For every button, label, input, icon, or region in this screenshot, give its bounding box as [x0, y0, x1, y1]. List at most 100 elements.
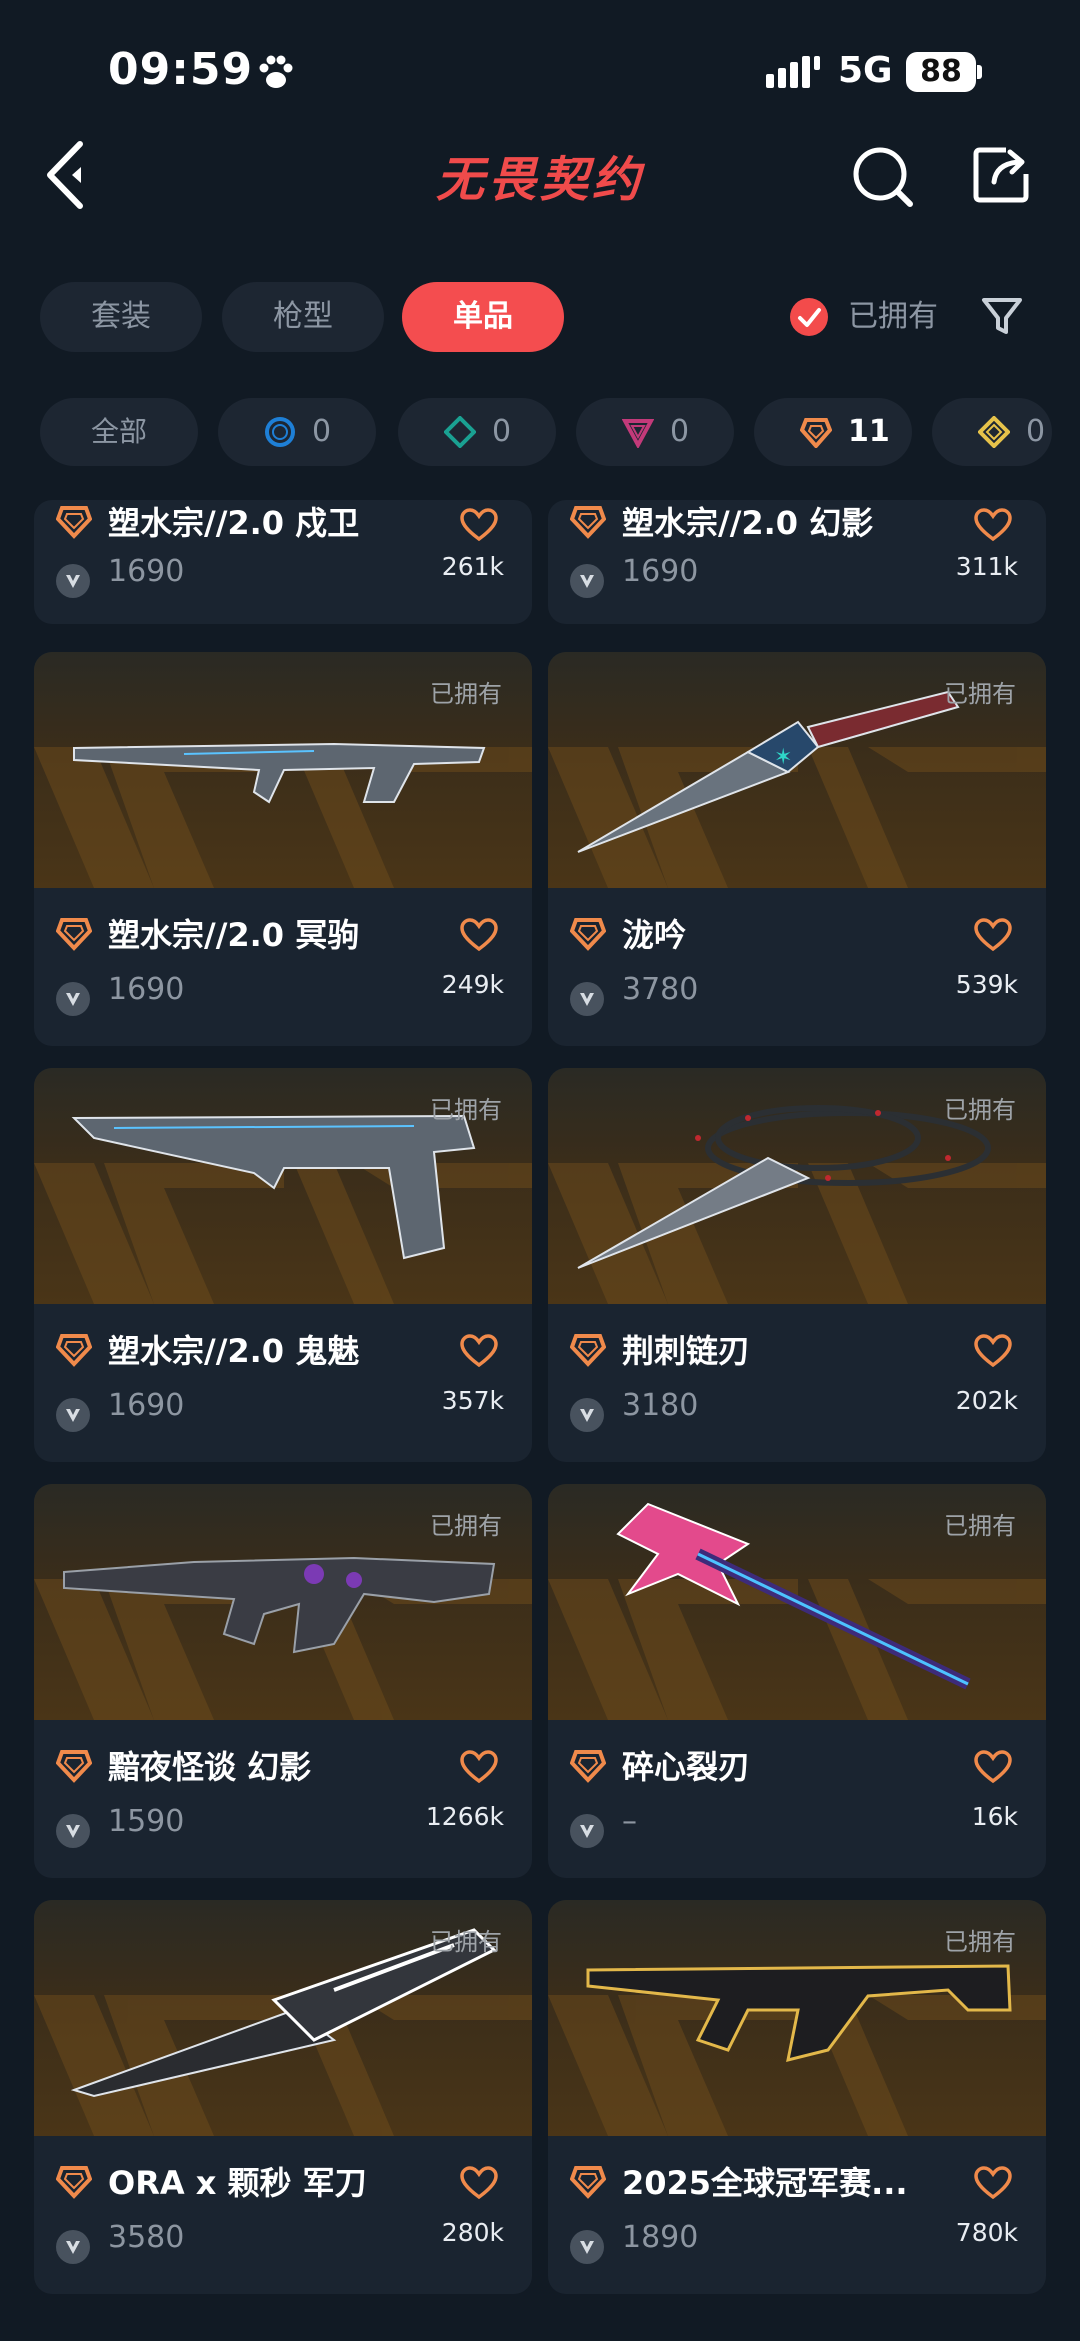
tab-weapon-types[interactable]: 枪型 — [222, 282, 384, 352]
rarity-count: 0 — [670, 414, 690, 449]
heart-icon[interactable] — [974, 508, 1012, 542]
item-card[interactable]: 已拥有 荆刺链刃 3180 202k — [548, 1068, 1046, 1462]
item-likes: 280k — [441, 2218, 504, 2247]
item-price: 3180 — [622, 1388, 699, 1423]
tab-bundles[interactable]: 套装 — [40, 282, 202, 352]
item-name: 塑水宗//2.0 鬼魅 — [108, 1332, 360, 1370]
exclusive-tier-icon — [56, 506, 92, 539]
ultra-tier-icon — [978, 416, 1010, 448]
item-price: 1690 — [108, 1388, 185, 1423]
valorant-points-icon — [570, 982, 604, 1016]
item-card[interactable]: ✶ 已拥有 泷吟 3780 539k — [548, 652, 1046, 1046]
signal-icon — [766, 56, 820, 88]
status-bar: 09:59 5G 88 — [0, 0, 1080, 140]
premium-tier-icon — [622, 419, 654, 448]
share-icon[interactable] — [972, 144, 1032, 204]
item-price: 3580 — [108, 2220, 185, 2255]
owned-badge: 已拥有 — [430, 1096, 502, 1124]
item-price: 1590 — [108, 1804, 185, 1839]
item-grid: 塑水宗//2.0 戍卫 1690 261k 塑水宗//2.0 幻影 1690 3… — [0, 500, 1080, 2341]
heart-icon[interactable] — [974, 1334, 1012, 1368]
heart-icon[interactable] — [460, 2166, 498, 2200]
item-name: 碎心裂刃 — [622, 1748, 751, 1786]
rarity-chip-all[interactable]: 全部 — [40, 398, 198, 466]
item-name: 塑水宗//2.0 戍卫 — [108, 504, 360, 542]
rarity-chip-exclusive[interactable]: 11 — [754, 398, 912, 466]
heart-icon[interactable] — [460, 1334, 498, 1368]
item-likes: 539k — [955, 970, 1018, 999]
item-card[interactable]: 已拥有 塑水宗//2.0 鬼魅 1690 357k — [34, 1068, 532, 1462]
valorant-points-icon — [570, 564, 604, 598]
heart-icon[interactable] — [460, 508, 498, 542]
owned-badge: 已拥有 — [944, 1096, 1016, 1124]
battery-level: 88 — [920, 54, 962, 89]
item-price: 1690 — [108, 972, 185, 1007]
item-name: 塑水宗//2.0 冥驹 — [108, 916, 360, 954]
exclusive-tier-icon — [56, 1334, 92, 1367]
exclusive-tier-icon — [570, 918, 606, 951]
item-likes: 311k — [955, 552, 1018, 581]
owned-filter-toggle[interactable]: 已拥有 — [790, 294, 980, 340]
paw-icon — [259, 55, 293, 88]
item-likes: 16k — [971, 1802, 1018, 1831]
valorant-points-icon — [56, 564, 90, 598]
valorant-points-icon — [570, 1398, 604, 1432]
search-icon[interactable] — [850, 144, 916, 210]
rarity-chip-premium[interactable]: 0 — [576, 398, 734, 466]
rarity-count: 11 — [848, 414, 890, 449]
exclusive-tier-icon — [56, 1750, 92, 1783]
item-likes: 357k — [441, 1386, 504, 1415]
owned-badge: 已拥有 — [430, 1512, 502, 1540]
heart-icon[interactable] — [974, 2166, 1012, 2200]
filter-icon[interactable] — [980, 294, 1024, 338]
item-likes: 1266k — [425, 1802, 504, 1831]
item-name: 2025全球冠军赛... — [622, 2164, 908, 2202]
heart-icon[interactable] — [460, 1750, 498, 1784]
rarity-count: 0 — [492, 414, 512, 449]
exclusive-tier-icon — [570, 2166, 606, 2199]
heart-icon[interactable] — [974, 1750, 1012, 1784]
item-likes: 780k — [955, 2218, 1018, 2247]
rarity-count: 0 — [1026, 414, 1046, 449]
heart-icon[interactable] — [460, 918, 498, 952]
owned-filter-label: 已拥有 — [848, 299, 938, 334]
item-card[interactable]: 塑水宗//2.0 幻影 1690 311k — [548, 500, 1046, 624]
item-price: 1690 — [622, 554, 699, 589]
rarity-count: 0 — [312, 414, 332, 449]
svg-text:✶: ✶ — [774, 745, 792, 770]
item-card[interactable]: 已拥有 ORA x 颗秒 军刀 3580 280k — [34, 1900, 532, 2294]
rarity-chip-select[interactable]: 0 — [218, 398, 376, 466]
exclusive-tier-icon — [800, 418, 832, 448]
exclusive-tier-icon — [56, 918, 92, 951]
battery-icon: 88 — [906, 52, 982, 92]
valorant-points-icon — [56, 982, 90, 1016]
rarity-chip-ultra[interactable]: 0 — [932, 398, 1052, 466]
item-name: 黯夜怪谈 幻影 — [108, 1748, 312, 1786]
rarity-chip-deluxe[interactable]: 0 — [398, 398, 556, 466]
item-card[interactable]: 塑水宗//2.0 戍卫 1690 261k — [34, 500, 532, 624]
item-price: 1690 — [108, 554, 185, 589]
exclusive-tier-icon — [570, 1750, 606, 1783]
item-likes: 261k — [441, 552, 504, 581]
item-name: 塑水宗//2.0 幻影 — [622, 504, 874, 542]
owned-badge: 已拥有 — [430, 1928, 502, 1956]
checkmark-icon — [790, 298, 828, 336]
item-card[interactable]: 已拥有 2025全球冠军赛... 1890 780k — [548, 1900, 1046, 2294]
valorant-points-icon — [56, 1398, 90, 1432]
item-price: 1890 — [622, 2220, 699, 2255]
item-likes: 202k — [955, 1386, 1018, 1415]
deluxe-tier-icon — [444, 416, 476, 448]
valorant-points-icon — [570, 1814, 604, 1848]
owned-badge: 已拥有 — [944, 680, 1016, 708]
owned-badge: 已拥有 — [430, 680, 502, 708]
owned-badge: 已拥有 — [944, 1512, 1016, 1540]
network-type: 5G — [838, 50, 893, 91]
tab-items[interactable]: 单品 — [402, 282, 564, 352]
item-card[interactable]: 已拥有 黯夜怪谈 幻影 1590 1266k — [34, 1484, 532, 1878]
item-card[interactable]: 已拥有 碎心裂刃 – 16k — [548, 1484, 1046, 1878]
exclusive-tier-icon — [56, 2166, 92, 2199]
select-tier-icon — [265, 417, 295, 447]
heart-icon[interactable] — [974, 918, 1012, 952]
item-card[interactable]: 已拥有 塑水宗//2.0 冥驹 1690 249k — [34, 652, 532, 1046]
status-time: 09:59 — [108, 44, 254, 95]
